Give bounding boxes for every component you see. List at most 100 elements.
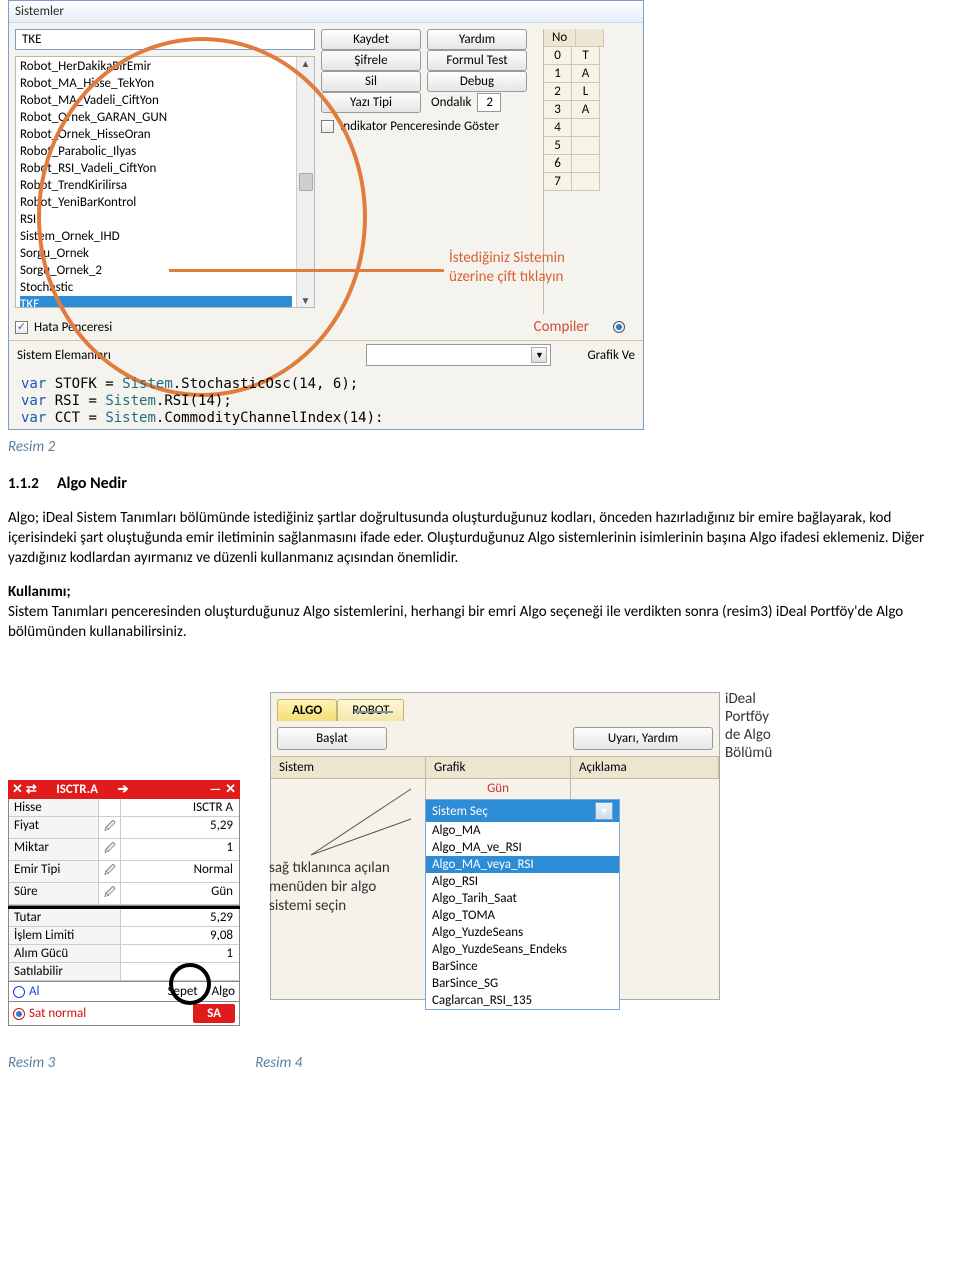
window-title: Sistemler xyxy=(9,1,643,23)
scroll-down-icon[interactable]: ▼ xyxy=(301,294,311,307)
sifrele-button[interactable]: Şifrele xyxy=(321,50,421,71)
section-heading: 1.1.2Algo Nedir xyxy=(8,474,952,494)
order-field-label: Miktar xyxy=(9,839,99,860)
grid-num: 2 xyxy=(544,83,572,101)
grid-letter xyxy=(572,119,600,137)
list-item[interactable]: Sorgu_Ornek xyxy=(20,245,292,262)
list-item[interactable]: Robot_MA_Hisse_TekYon xyxy=(20,75,292,92)
col-grafik[interactable]: Grafik xyxy=(426,757,571,778)
sistemler-window: Sistemler TKE Robot_HerDakikaBirEmirRobo… xyxy=(8,0,644,430)
close2-icon[interactable]: ✕ xyxy=(225,782,236,797)
minimize-icon[interactable]: — xyxy=(209,782,221,797)
uyari-yardim-button[interactable]: Uyarı, Yardım xyxy=(573,727,713,750)
col-sistem[interactable]: Sistem xyxy=(271,757,426,778)
algo-label[interactable]: Algo xyxy=(212,984,235,999)
section-p2: Kullanımı; Sistem Tanımları penceresinde… xyxy=(8,582,952,642)
order-field-label: Emir Tipi xyxy=(9,861,99,882)
order-titlebar: ✕ ⇄ ISCTR.A ➔ — ✕ xyxy=(8,780,240,799)
list-item[interactable]: RSI xyxy=(20,211,292,228)
grid-num: 6 xyxy=(544,155,572,173)
edit-icon[interactable]: 🖉 xyxy=(99,839,121,860)
sat-radio[interactable] xyxy=(13,1008,25,1020)
indikator-label: Indikator Penceresinde Göster xyxy=(340,119,499,134)
al-label: Al xyxy=(29,984,40,999)
list-item[interactable]: Stochastic xyxy=(20,279,292,296)
annotation-diagonal-lines xyxy=(311,779,421,857)
order-field-value[interactable]: 1 xyxy=(121,839,239,860)
col-aciklama[interactable]: Açıklama xyxy=(571,757,719,778)
hata-label: Hata Penceresi xyxy=(34,320,112,335)
list-item[interactable]: Robot_Ornek_GARAN_GUN xyxy=(20,109,292,126)
sat-button[interactable]: SA xyxy=(193,1004,235,1023)
kaydet-button[interactable]: Kaydet xyxy=(321,29,421,50)
compiler-radio[interactable] xyxy=(613,321,625,333)
order-field-value[interactable]: Gün xyxy=(121,883,239,904)
caption-resim2: Resim 2 xyxy=(8,438,952,456)
order-field-value[interactable]: 5,29 xyxy=(121,817,239,838)
list-item[interactable]: Robot_Parabolic_Ilyas xyxy=(20,143,292,160)
order-info-label: Alım Gücü xyxy=(9,945,121,962)
code-editor[interactable]: var STOFK = Sistem.StochasticOsc(14, 6);… xyxy=(9,372,643,429)
select-placeholder: Sistem Seç xyxy=(432,804,488,819)
grid-letter xyxy=(572,155,600,173)
list-item[interactable]: Robot_MA_Vadeli_CiftYon xyxy=(20,92,292,109)
ondalik-input[interactable]: 2 xyxy=(477,93,501,112)
list-item[interactable]: Sistem_Ornek_IHD xyxy=(20,228,292,245)
sil-button[interactable]: Sil xyxy=(321,71,421,92)
grid-num: 3 xyxy=(544,101,572,119)
grid-letter: L xyxy=(572,83,600,101)
order-field-label: Fiyat xyxy=(9,817,99,838)
sat-label: Sat normal xyxy=(29,1006,86,1021)
scroll-up-icon[interactable]: ▲ xyxy=(301,57,311,70)
ondalik-label: Ondalık xyxy=(431,95,471,110)
grid-letter xyxy=(572,137,600,155)
order-field-value[interactable]: Normal xyxy=(121,861,239,882)
gun-label: Gün xyxy=(426,779,570,798)
rightclick-annotation: sağ tıklanınca açılan menüden bir algo s… xyxy=(269,859,409,916)
yazi-tipi-button[interactable]: Yazı Tipi xyxy=(321,92,421,113)
order-symbol: ISCTR.A xyxy=(41,782,114,797)
grid-num: 1 xyxy=(544,65,572,83)
order-info-value: 9,08 xyxy=(121,927,239,944)
grid-num: 0 xyxy=(544,47,572,65)
baslat-button[interactable]: Başlat xyxy=(277,727,387,750)
yardim-button[interactable]: Yardım xyxy=(427,29,527,50)
section-p1: Algo; iDeal Sistem Tanımları bölümünde i… xyxy=(8,508,952,568)
caption-resim4: Resim 4 xyxy=(255,1054,302,1072)
list-item[interactable]: TKE xyxy=(20,296,292,308)
system-name-input[interactable]: TKE xyxy=(15,29,315,50)
tab-algo[interactable]: ALGO xyxy=(277,699,337,721)
edit-icon[interactable]: 🖉 xyxy=(99,817,121,838)
chevron-down-icon: ▼ xyxy=(531,347,547,363)
list-item[interactable]: Robot_TrendKirilirsa xyxy=(20,177,292,194)
arrow-icon: ➔ xyxy=(118,782,129,797)
edit-icon[interactable] xyxy=(99,799,121,816)
hata-checkbox[interactable] xyxy=(15,321,28,334)
list-item[interactable]: Robot_RSI_Vadeli_CiftYon xyxy=(20,160,292,177)
edit-icon[interactable]: 🖉 xyxy=(99,861,121,882)
edit-icon[interactable]: 🖉 xyxy=(99,883,121,904)
debug-button[interactable]: Debug xyxy=(427,71,527,92)
list-item[interactable]: Robot_Ornek_HisseOran xyxy=(20,126,292,143)
list-item[interactable]: Robot_HerDakikaBirEmir xyxy=(20,58,292,75)
al-radio[interactable] xyxy=(13,986,25,998)
scroll-thumb[interactable] xyxy=(299,173,313,191)
formul-test-button[interactable]: Formul Test xyxy=(427,50,527,71)
tab-robot[interactable]: ROBOT xyxy=(337,699,404,721)
tab-connector-line xyxy=(355,711,393,713)
sistem-elemanlari-dropdown[interactable]: ▼ xyxy=(366,344,551,366)
algo-window: ALGO ROBOT Başlat Uyarı, Yardım Sistem G… xyxy=(270,692,720,1000)
algo-comment-annotation: iDeal Portföy de Algo Bölümü xyxy=(725,690,772,762)
grid-num: 4 xyxy=(544,119,572,137)
order-panel: ✕ ⇄ ISCTR.A ➔ — ✕ HisseISCTR AFiyat🖉5,29… xyxy=(8,780,240,1026)
grid-letter: T xyxy=(572,47,600,65)
caption-resim3: Resim 3 xyxy=(8,1054,55,1072)
sistem-elemanlari-label: Sistem Elemanları xyxy=(17,348,111,363)
order-info-value: 1 xyxy=(121,945,239,962)
grid-num: 7 xyxy=(544,173,572,191)
list-item[interactable]: Robot_YeniBarKontrol xyxy=(20,194,292,211)
indikator-checkbox[interactable] xyxy=(321,120,334,133)
dblclick-annotation: İstediğiniz Sistemin üzerine çift tıklay… xyxy=(449,249,565,287)
order-field-value[interactable]: ISCTR A xyxy=(121,799,239,816)
close-icon[interactable]: ✕ ⇄ xyxy=(12,782,37,797)
